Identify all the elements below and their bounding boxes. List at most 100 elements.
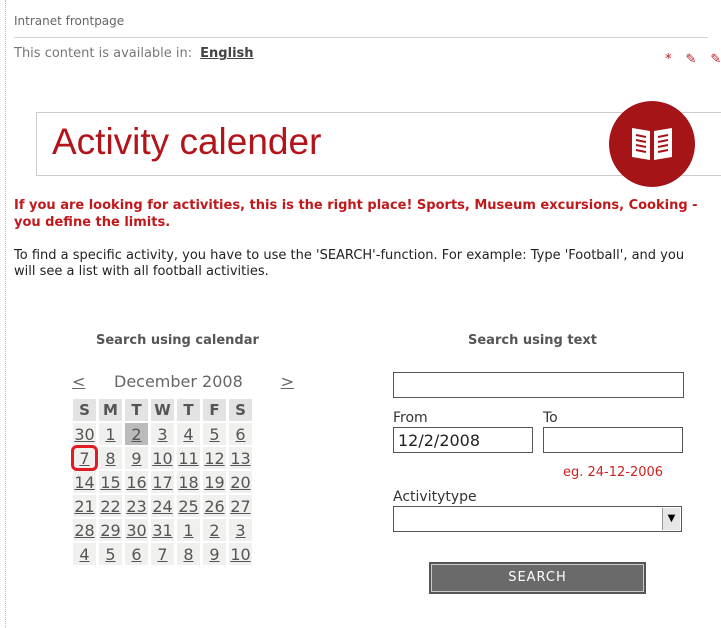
- calendar-day-link[interactable]: 5: [105, 545, 115, 564]
- calendar-day-cell[interactable]: 1: [177, 519, 200, 541]
- calendar-day-cell[interactable]: 9: [203, 543, 226, 565]
- weekday-header: W: [151, 399, 174, 421]
- calendar-day-link[interactable]: 9: [131, 449, 141, 468]
- calendar-day-link[interactable]: 4: [183, 425, 193, 444]
- calendar-day-cell[interactable]: 29: [99, 519, 122, 541]
- calendar-day-link[interactable]: 7: [157, 545, 167, 564]
- calendar-day-cell[interactable]: 5: [99, 543, 122, 565]
- calendar-day-link[interactable]: 24: [152, 497, 172, 516]
- calendar-week-row: 14 15 16 17 18 19 20: [73, 471, 252, 493]
- calendar-day-link[interactable]: 15: [100, 473, 120, 492]
- calendar-day-link[interactable]: 14: [74, 473, 94, 492]
- calendar-day-cell[interactable]: 13: [229, 447, 252, 469]
- calendar-day-link[interactable]: 27: [230, 497, 250, 516]
- to-label: To: [543, 410, 558, 426]
- activitytype-select[interactable]: ▼: [393, 506, 682, 532]
- calendar-day-cell[interactable]: 10: [229, 543, 252, 565]
- calendar-day-cell[interactable]: 1: [99, 423, 122, 445]
- calendar-day-link[interactable]: 10: [152, 449, 172, 468]
- calendar-day-cell[interactable]: 11: [177, 447, 200, 469]
- calendar-day-link[interactable]: 3: [157, 425, 167, 444]
- calendar-day-cell[interactable]: 7: [71, 445, 98, 471]
- calendar-day-cell[interactable]: 3: [151, 423, 174, 445]
- calendar-day-cell[interactable]: 3: [229, 519, 252, 541]
- calendar-day-cell[interactable]: 23: [125, 495, 148, 517]
- calendar-day-cell[interactable]: 5: [203, 423, 226, 445]
- calendar-day-link[interactable]: 8: [105, 449, 115, 468]
- calendar-day-link[interactable]: 9: [209, 545, 219, 564]
- calendar-day-link[interactable]: 2: [131, 425, 141, 444]
- calendar-day-cell[interactable]: 26: [203, 495, 226, 517]
- calendar-day-link[interactable]: 11: [178, 449, 198, 468]
- calendar-day-link[interactable]: 28: [74, 521, 94, 540]
- calendar-day-link[interactable]: 20: [230, 473, 250, 492]
- next-month-link[interactable]: >: [281, 372, 294, 391]
- calendar-day-link[interactable]: 29: [100, 521, 120, 540]
- calendar-day-cell[interactable]: 4: [177, 423, 200, 445]
- calendar-day-link[interactable]: 31: [152, 521, 172, 540]
- dropdown-arrow-icon[interactable]: ▼: [662, 508, 680, 530]
- calendar-day-link[interactable]: 8: [183, 545, 193, 564]
- calendar-day-link[interactable]: 25: [178, 497, 198, 516]
- calendar-day-link[interactable]: 5: [209, 425, 219, 444]
- calendar-day-link[interactable]: 3: [235, 521, 245, 540]
- calendar-day-link[interactable]: 1: [105, 425, 115, 444]
- calendar-day-cell[interactable]: 28: [73, 519, 96, 541]
- calendar-day-link[interactable]: 6: [235, 425, 245, 444]
- calendar-day-cell[interactable]: 6: [125, 543, 148, 565]
- calendar-day-link[interactable]: 17: [152, 473, 172, 492]
- calendar-week-row: 7 8 9 10 11 12 13: [71, 445, 252, 471]
- calendar-day-link[interactable]: 21: [74, 497, 94, 516]
- calendar-day-link[interactable]: 30: [74, 425, 94, 444]
- calendar-day-cell[interactable]: 18: [177, 471, 200, 493]
- calendar-day-cell[interactable]: 17: [151, 471, 174, 493]
- calendar-day-cell[interactable]: 8: [99, 447, 122, 469]
- search-text-input[interactable]: [393, 372, 684, 398]
- calendar-day-cell[interactable]: 30: [73, 423, 96, 445]
- calendar-day-cell[interactable]: 27: [229, 495, 252, 517]
- calendar-day-cell[interactable]: 15: [99, 471, 122, 493]
- calendar-day-cell[interactable]: 31: [151, 519, 174, 541]
- calendar-day-link[interactable]: 2: [209, 521, 219, 540]
- calendar-day-cell[interactable]: 7: [151, 543, 174, 565]
- calendar-day-link[interactable]: 16: [126, 473, 146, 492]
- calendar-day-cell[interactable]: 4: [73, 543, 96, 565]
- calendar-day-cell[interactable]: 20: [229, 471, 252, 493]
- prev-month-link[interactable]: <: [72, 372, 85, 391]
- calendar-day-cell[interactable]: 12: [203, 447, 226, 469]
- language-link-english[interactable]: English: [200, 46, 253, 61]
- calendar-day-link[interactable]: 10: [230, 545, 250, 564]
- calendar-day-cell[interactable]: 10: [151, 447, 174, 469]
- calendar-day-cell[interactable]: 8: [177, 543, 200, 565]
- calendar-day-cell[interactable]: 19: [203, 471, 226, 493]
- calendar-day-link[interactable]: 22: [100, 497, 120, 516]
- calendar-day-cell[interactable]: 24: [151, 495, 174, 517]
- calendar-day-link[interactable]: 1: [183, 521, 193, 540]
- calendar-day-link[interactable]: 19: [204, 473, 224, 492]
- calendar-day-link[interactable]: 13: [230, 449, 250, 468]
- calendar-day-link[interactable]: 4: [79, 545, 89, 564]
- edit-icon[interactable]: ✎: [710, 52, 721, 67]
- from-date-field[interactable]: [393, 427, 533, 453]
- calendar-day-link[interactable]: 18: [178, 473, 198, 492]
- calendar-day-cell[interactable]: 14: [73, 471, 96, 493]
- calendar-day-cell[interactable]: 6: [229, 423, 252, 445]
- calendar-day-cell[interactable]: 30: [125, 519, 148, 541]
- calendar-day-cell[interactable]: 2: [125, 423, 148, 445]
- calendar-day-cell[interactable]: 2: [203, 519, 226, 541]
- calendar-day-cell[interactable]: 22: [99, 495, 122, 517]
- calendar-day-link[interactable]: 26: [204, 497, 224, 516]
- search-button[interactable]: SEARCH: [429, 562, 646, 594]
- to-date-field[interactable]: [543, 427, 683, 453]
- calendar-day-link[interactable]: 7: [79, 449, 89, 468]
- calendar-day-cell[interactable]: 16: [125, 471, 148, 493]
- calendar-day-link[interactable]: 23: [126, 497, 146, 516]
- calendar-day-cell[interactable]: 21: [73, 495, 96, 517]
- calendar-day-link[interactable]: 6: [131, 545, 141, 564]
- edit-toolbar: *✎✎: [665, 52, 721, 67]
- calendar-day-cell[interactable]: 25: [177, 495, 200, 517]
- calendar-day-link[interactable]: 30: [126, 521, 146, 540]
- calendar-day-link[interactable]: 12: [204, 449, 224, 468]
- calendar-day-cell[interactable]: 9: [125, 447, 148, 469]
- add-edit-icon[interactable]: *✎: [665, 52, 710, 67]
